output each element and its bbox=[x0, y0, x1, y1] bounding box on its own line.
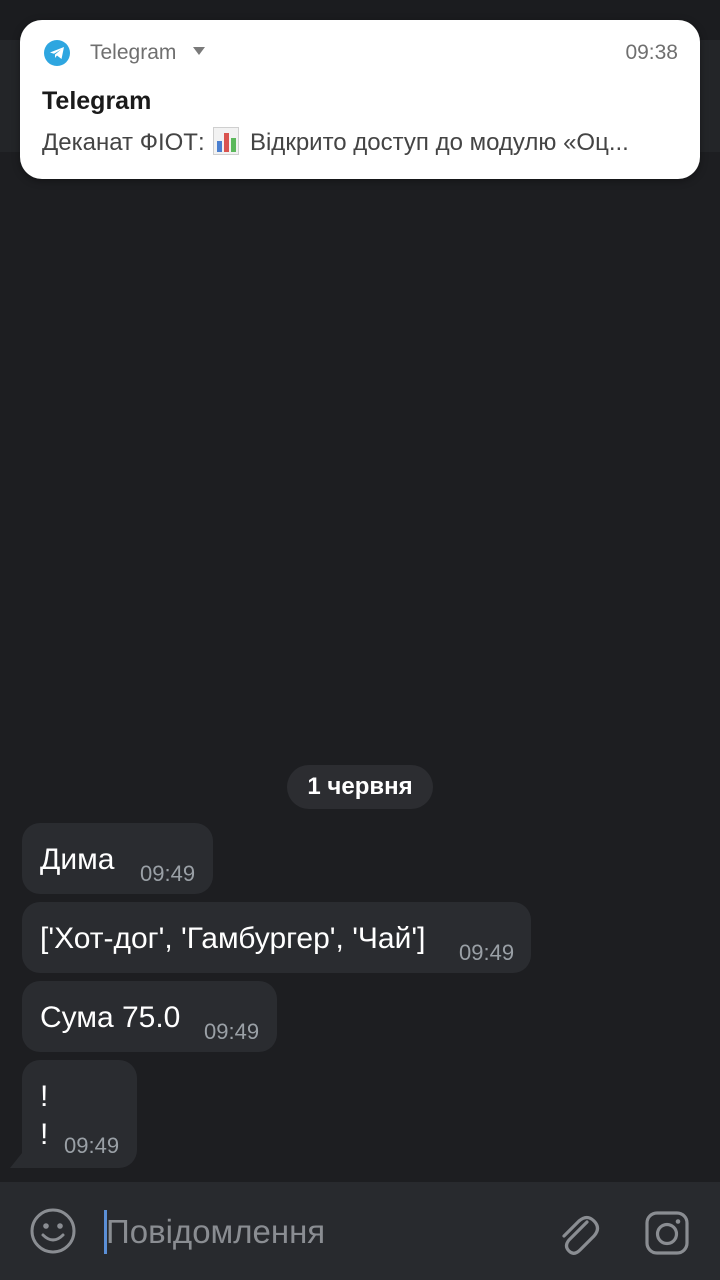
notification-message: Відкрито доступ до модулю «Оц... bbox=[249, 129, 629, 156]
notification-body: Деканат ФІОТ: Відкрито доступ до модулю … bbox=[42, 127, 682, 157]
message-bubble[interactable]: Сума 75.0 09:49 bbox=[22, 981, 277, 1052]
message-text: ['Хот-дог', 'Гамбургер', 'Чай'] bbox=[40, 922, 426, 955]
message-time: 09:49 bbox=[459, 940, 515, 965]
message-input-bar: Повідомлення bbox=[0, 1182, 720, 1280]
message-time: 09:49 bbox=[140, 861, 196, 886]
smile-icon[interactable] bbox=[29, 1207, 77, 1255]
message-text-line: ! bbox=[40, 1118, 49, 1151]
bar-chart-emoji-icon bbox=[213, 127, 240, 155]
message-text: Дима bbox=[40, 843, 115, 876]
message-bubble[interactable]: ['Хот-дог', 'Гамбургер', 'Чай'] 09:49 bbox=[22, 902, 531, 973]
notification-sender: Деканат ФІОТ: bbox=[42, 129, 205, 156]
message-bubble[interactable]: ! ! 09:49 bbox=[22, 1060, 137, 1168]
telegram-icon bbox=[44, 40, 70, 66]
message-time: 09:49 bbox=[64, 1133, 120, 1158]
notification-title: Telegram bbox=[42, 87, 152, 115]
date-separator: 1 червня bbox=[287, 765, 433, 809]
screen: Telegram 09:38 Telegram Деканат ФІОТ: Ві… bbox=[0, 0, 720, 1280]
camera-icon[interactable] bbox=[643, 1209, 691, 1257]
message-text-line: ! bbox=[40, 1080, 49, 1113]
notification-app-name: Telegram bbox=[90, 41, 177, 64]
message-text: Сума 75.0 bbox=[40, 1001, 181, 1034]
expand-chevron-icon[interactable] bbox=[193, 47, 205, 55]
notification-card[interactable]: Telegram 09:38 Telegram Деканат ФІОТ: Ві… bbox=[20, 20, 700, 179]
message-bubble[interactable]: Дима 09:49 bbox=[22, 823, 213, 894]
notification-time: 09:38 bbox=[625, 41, 678, 64]
message-time: 09:49 bbox=[204, 1019, 260, 1044]
message-input[interactable]: Повідомлення bbox=[106, 1213, 325, 1251]
paperclip-icon[interactable] bbox=[553, 1206, 601, 1258]
